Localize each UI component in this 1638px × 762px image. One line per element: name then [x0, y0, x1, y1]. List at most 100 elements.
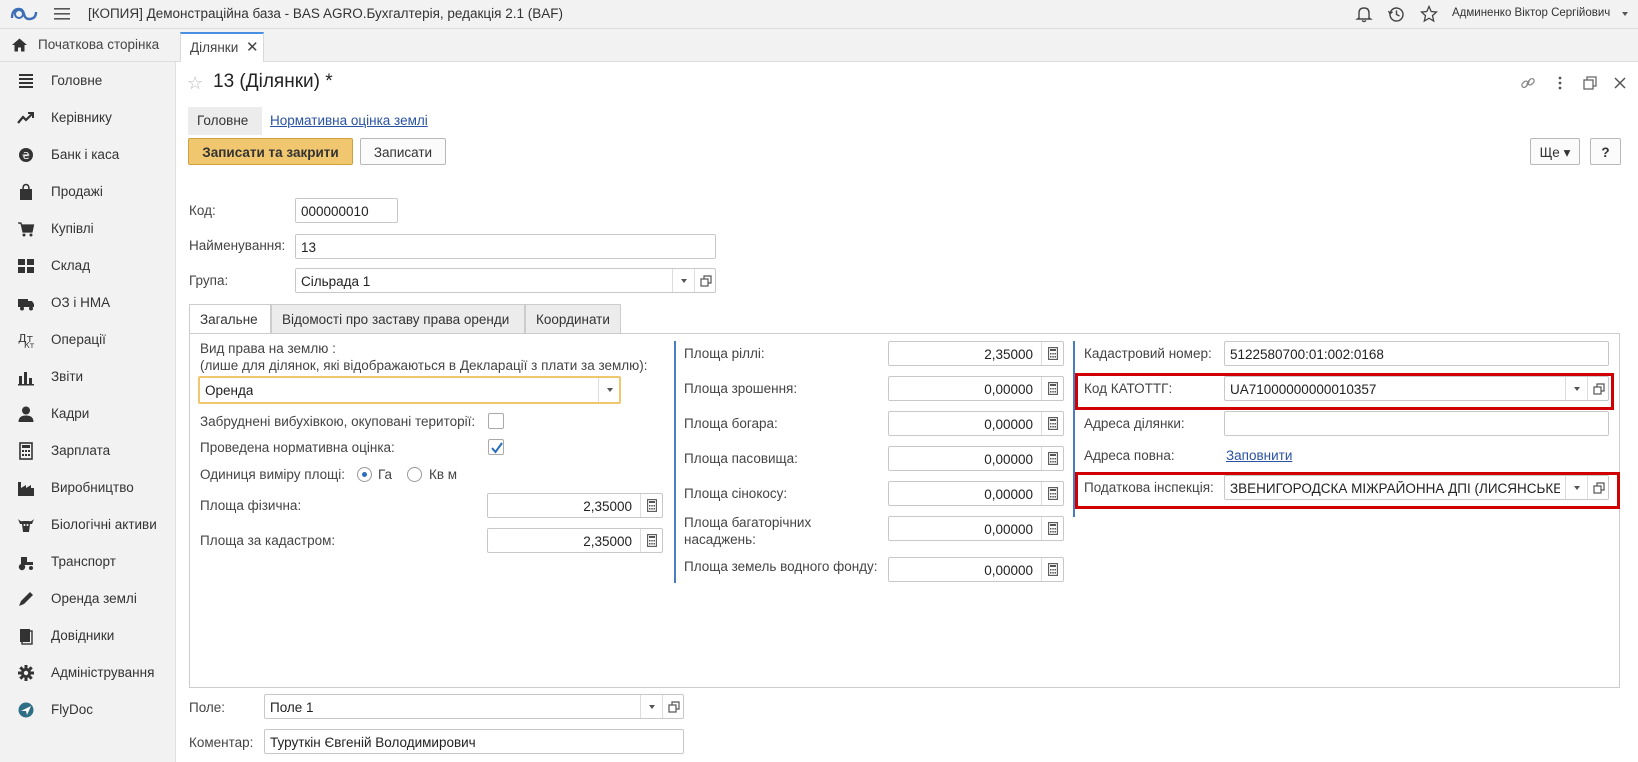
sidebar-item-manager[interactable]: Керівнику — [0, 102, 176, 135]
link-icon[interactable] — [1520, 75, 1536, 94]
favorites-star-icon[interactable] — [1419, 4, 1439, 26]
unit-sqm-radio[interactable] — [407, 467, 422, 482]
field-dropdown-icon[interactable] — [640, 695, 662, 718]
irrigation-field[interactable]: 0,00000 — [888, 376, 1064, 401]
name-label: Найменування: — [189, 238, 286, 253]
form-tab-norm-valuation[interactable]: Нормативна оцінка землі — [270, 113, 428, 128]
sidebar: Головне Керівнику ₴ Банк і каса Продажі … — [0, 62, 176, 762]
group-open-icon[interactable] — [694, 269, 716, 292]
fill-address-link[interactable]: Заповнити — [1226, 448, 1292, 463]
user-name[interactable]: Админенко Віктор Сергійович — [1452, 7, 1610, 19]
main-menu-icon[interactable] — [54, 7, 70, 24]
tractor-icon — [17, 553, 35, 571]
right-type-select[interactable]: Оренда — [198, 376, 621, 404]
code-field[interactable]: 000000010 — [295, 198, 398, 223]
right-type-dropdown-icon[interactable] — [598, 378, 620, 402]
group-field[interactable]: Сільрада 1 — [295, 268, 716, 293]
pasture-field[interactable]: 0,00000 — [888, 446, 1064, 471]
inner-tab-pledge[interactable]: Відомості про заставу права оренди — [271, 304, 525, 334]
unit-ha-radio[interactable] — [357, 467, 372, 482]
sidebar-item-main[interactable]: Головне — [0, 65, 176, 98]
sidebar-item-purchases[interactable]: Купівлі — [0, 213, 176, 246]
save-and-close-button[interactable]: Записати та закрити — [188, 138, 353, 165]
perennial-field[interactable]: 0,00000 — [888, 516, 1064, 541]
hayfield-field[interactable]: 0,00000 — [888, 481, 1064, 506]
field-open-icon[interactable] — [662, 695, 684, 718]
calculator-icon[interactable] — [640, 494, 662, 517]
more-button-label: Ще — [1539, 145, 1560, 160]
bell-icon[interactable] — [1355, 5, 1373, 26]
inner-tab-coordinates[interactable]: Координати — [525, 304, 621, 334]
history-icon[interactable] — [1387, 5, 1405, 26]
water-field[interactable]: 0,00000 — [888, 557, 1064, 582]
bogara-label: Площа богара: — [684, 416, 778, 431]
katottg-open-icon[interactable] — [1587, 377, 1609, 400]
pen-icon — [17, 590, 35, 608]
arable-field[interactable]: 2,35000 — [888, 341, 1064, 366]
area-phys-field[interactable]: 2,35000 — [487, 493, 663, 518]
area-cad-field[interactable]: 2,35000 — [487, 528, 663, 553]
user-menu-caret-icon[interactable] — [1622, 12, 1628, 16]
calculator-icon[interactable] — [640, 529, 662, 552]
tab-dilyanky[interactable]: Ділянки ✕ — [180, 32, 264, 62]
polluted-checkbox[interactable] — [488, 413, 504, 429]
sidebar-item-warehouse[interactable]: Склад — [0, 250, 176, 283]
water-value: 0,00000 — [984, 563, 1033, 578]
sidebar-item-flydoc[interactable]: FlyDoc — [0, 694, 176, 727]
calculator-icon — [17, 442, 35, 460]
sidebar-item-land-lease[interactable]: Оренда землі — [0, 583, 176, 616]
app-logo-icon[interactable] — [10, 5, 40, 26]
sidebar-item-bio-assets[interactable]: Біологічні активи — [0, 509, 176, 542]
code-label: Код: — [189, 203, 216, 218]
sidebar-item-salary[interactable]: Зарплата — [0, 435, 176, 468]
sidebar-item-hr[interactable]: Кадри — [0, 398, 176, 431]
operations-icon: Дт Кт — [17, 331, 35, 350]
form-tab-main[interactable]: Головне — [188, 107, 262, 135]
sidebar-item-operations[interactable]: Дт Кт Операції — [0, 324, 176, 357]
sidebar-item-sales[interactable]: Продажі — [0, 176, 176, 209]
checkmark-icon — [491, 442, 503, 454]
tax-open-icon[interactable] — [1587, 476, 1609, 499]
calculator-icon[interactable] — [1041, 447, 1063, 470]
group-dropdown-icon[interactable] — [672, 269, 694, 292]
window-title: [КОПИЯ] Демонстраційна база - BAS AGRO.Б… — [88, 6, 563, 21]
sidebar-item-transport[interactable]: Транспорт — [0, 546, 176, 579]
calculator-icon[interactable] — [1041, 412, 1063, 435]
tax-inspection-field[interactable]: ЗВЕНИГОРОДСКА МІЖРАЙОННА ДПІ (ЛИСЯНСЬКЕ — [1224, 475, 1609, 500]
name-field[interactable]: 13 — [295, 234, 716, 259]
sidebar-item-admin[interactable]: Адміністрування — [0, 657, 176, 690]
calculator-icon[interactable] — [1041, 377, 1063, 400]
save-button[interactable]: Записати — [360, 138, 446, 165]
sidebar-item-bank[interactable]: ₴ Банк і каса — [0, 139, 176, 172]
norm-done-checkbox[interactable] — [488, 439, 504, 455]
calculator-icon[interactable] — [1041, 558, 1063, 581]
sidebar-item-directories[interactable]: Довідники — [0, 620, 176, 653]
favorite-star-icon[interactable]: ☆ — [187, 73, 203, 94]
address-field[interactable] — [1224, 411, 1609, 436]
tax-dropdown-icon[interactable] — [1565, 476, 1587, 499]
cadastral-field[interactable]: 5122580700:01:002:0168 — [1224, 341, 1609, 366]
katottg-dropdown-icon[interactable] — [1565, 377, 1587, 400]
calculator-icon[interactable] — [1041, 482, 1063, 505]
sidebar-item-production[interactable]: Виробництво — [0, 472, 176, 505]
comment-field[interactable]: Туруткін Євгеній Володимирович — [264, 729, 684, 754]
calculator-icon[interactable] — [1041, 517, 1063, 540]
svg-text:₴: ₴ — [22, 151, 30, 162]
field-select[interactable]: Поле 1 — [264, 694, 684, 719]
more-button[interactable]: Ще ▾ — [1530, 138, 1580, 165]
sidebar-item-fixed-assets[interactable]: ОЗ і НМА — [0, 287, 176, 320]
arable-value: 2,35000 — [984, 347, 1033, 362]
restore-window-icon[interactable] — [1582, 75, 1598, 94]
close-form-icon[interactable] — [1612, 75, 1628, 94]
help-button[interactable]: ? — [1590, 138, 1621, 165]
group-value: Сільрада 1 — [301, 274, 371, 289]
bogara-field[interactable]: 0,00000 — [888, 411, 1064, 436]
sidebar-item-label: Оренда землі — [51, 591, 137, 606]
sidebar-item-reports[interactable]: Звіти — [0, 361, 176, 394]
inner-tab-general[interactable]: Загальне — [189, 304, 271, 334]
calculator-icon[interactable] — [1041, 342, 1063, 365]
close-tab-icon[interactable]: ✕ — [246, 38, 259, 56]
tab-home[interactable]: Початкова сторінка — [0, 29, 174, 61]
katottg-field[interactable]: UA71000000000010357 — [1224, 376, 1609, 401]
more-vertical-icon[interactable] — [1552, 75, 1568, 94]
